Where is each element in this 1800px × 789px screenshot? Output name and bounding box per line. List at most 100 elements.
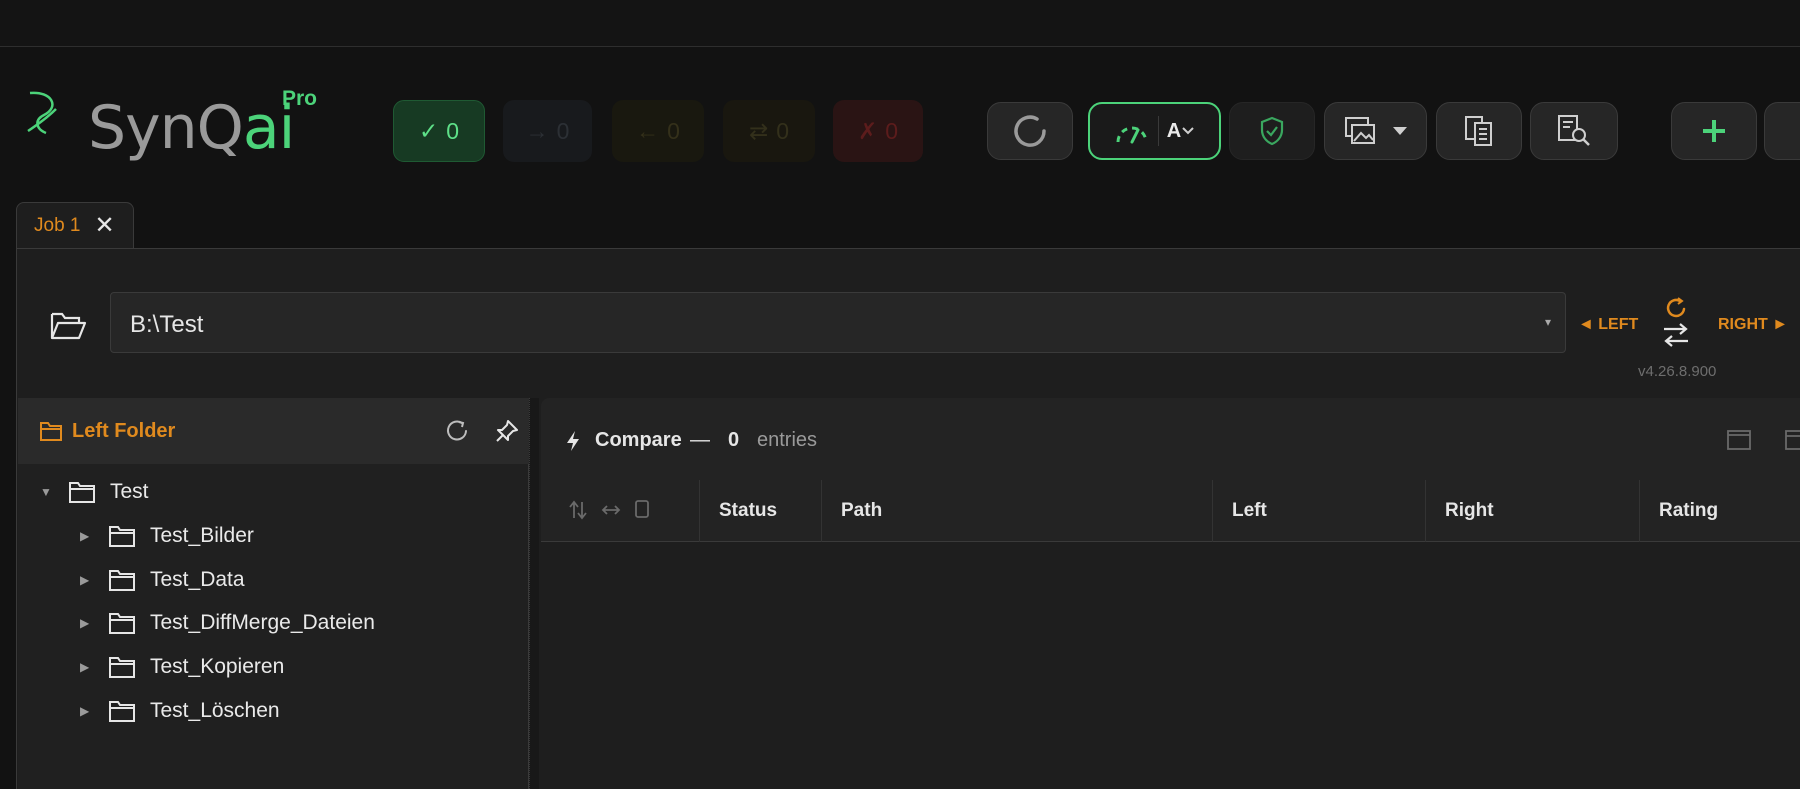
auto-mode-letter: A <box>1166 119 1182 142</box>
app-header: SynQai Pro ✓ 0 → 0 ← 0 ⇄ 0 ✗ 0 A <box>0 47 1800 202</box>
path-combobox[interactable]: B:\Test ▾ <box>110 292 1566 353</box>
tree-item-test-kopieren[interactable]: ▶ Test_Kopieren <box>80 650 284 684</box>
expand-arrow-icon[interactable]: ▶ <box>80 704 96 718</box>
tree-item-label: Test_Bilder <box>150 524 254 547</box>
expand-arrow-icon[interactable]: ▶ <box>80 616 96 630</box>
sync-icons <box>1664 297 1688 347</box>
refresh-icon <box>1014 115 1046 147</box>
expand-width-icon[interactable] <box>601 500 621 520</box>
logo-mark-icon <box>27 91 57 135</box>
column-header-rating[interactable]: Rating <box>1639 480 1800 542</box>
expand-arrow-icon[interactable]: ▶ <box>80 660 96 674</box>
image-compare-button[interactable] <box>1324 102 1427 160</box>
tab-job-1[interactable]: Job 1 ✕ <box>16 202 134 248</box>
column-header-status[interactable]: Status <box>699 480 821 542</box>
entry-count: 0 <box>728 429 740 451</box>
refresh-icon[interactable] <box>445 419 469 443</box>
panel-icon[interactable] <box>1785 430 1800 450</box>
open-folder-button[interactable] <box>49 308 87 342</box>
tree-item-test-loeschen[interactable]: ▶ Test_Löschen <box>80 694 280 728</box>
folder-open-icon <box>50 312 87 340</box>
verify-button[interactable] <box>1229 102 1315 160</box>
path-value: B:\Test <box>130 311 204 338</box>
expand-arrow-icon[interactable]: ▶ <box>80 573 96 587</box>
add-job-button[interactable] <box>1671 102 1757 160</box>
app-logo: SynQai Pro <box>26 87 346 169</box>
arrow-right-icon: → <box>525 117 549 144</box>
column-header-right[interactable]: Right <box>1425 480 1639 542</box>
direction-toggle[interactable] <box>1660 293 1692 353</box>
conflict-count-badge[interactable]: ⇄ 0 <box>723 100 815 162</box>
chevron-down-icon <box>1182 127 1194 135</box>
dropdown-caret-icon: ▾ <box>1544 315 1551 329</box>
column-header-path[interactable]: Path <box>821 480 1212 542</box>
more-button[interactable] <box>1764 102 1800 160</box>
compare-panel-header: Compare — 0 entries <box>541 398 1800 480</box>
swap-icon: ⇄ <box>748 117 769 144</box>
folder-icon <box>69 482 95 503</box>
images-icon <box>1344 117 1375 144</box>
auto-sync-mode-button[interactable]: A <box>1088 102 1221 160</box>
auto-button-separator <box>1157 116 1159 146</box>
folder-icon <box>109 526 135 547</box>
same-count-badge[interactable]: ✓ 0 <box>393 100 485 162</box>
shield-check-icon <box>1260 116 1284 146</box>
error-count: 0 <box>885 117 899 144</box>
window-icon[interactable] <box>1727 430 1751 450</box>
entries-label: entries <box>757 429 818 451</box>
table-tools <box>569 500 649 520</box>
pin-icon[interactable] <box>494 418 520 444</box>
compare-table-header: Status Path Left Right Rating <box>541 480 1800 542</box>
folder-icon <box>109 657 135 678</box>
tree-item-label: Test_DiffMerge_Dateien <box>150 611 375 634</box>
expand-arrow-icon[interactable]: ▶ <box>80 529 96 543</box>
left-panel-header: Left Folder <box>18 398 529 464</box>
compare-panel: Compare — 0 entries Status Path Left Rig… <box>541 398 1800 789</box>
logo-edition: Pro <box>282 87 318 110</box>
tree-item-test-bilder[interactable]: ▶ Test_Bilder <box>80 519 254 553</box>
version-label: v4.26.8.900 <box>1638 363 1717 380</box>
tree-item-test-diffmerge[interactable]: ▶ Test_DiffMerge_Dateien <box>80 606 375 640</box>
folder-icon <box>109 613 135 634</box>
compare-dash: — <box>690 429 710 451</box>
logo-wordmark: SynQai <box>88 93 295 163</box>
documents-icon <box>1465 116 1492 146</box>
copy-right-count-badge[interactable]: → 0 <box>503 100 592 162</box>
tree-item-test[interactable]: ▼ Test <box>40 475 149 509</box>
plus-icon <box>1703 120 1725 142</box>
tree-item-label: Test <box>110 480 149 503</box>
file-search-icon <box>1558 115 1590 146</box>
left-panel-title: Left Folder <box>72 420 176 442</box>
file-compare-button[interactable] <box>1436 102 1522 160</box>
refresh-button[interactable] <box>987 102 1073 160</box>
panel-splitter[interactable] <box>529 398 539 789</box>
conflict-count: 0 <box>776 117 790 144</box>
arrow-left-icon: ← <box>636 117 660 144</box>
window-titlebar <box>0 0 1800 47</box>
tab-label: Job 1 <box>34 214 81 236</box>
sort-icon[interactable] <box>569 500 587 520</box>
folder-icon <box>40 422 62 441</box>
collapse-arrow-icon[interactable]: ▼ <box>40 485 56 499</box>
cross-icon: ✗ <box>857 117 878 144</box>
direction-left-label[interactable]: ◄ LEFT <box>1578 316 1638 334</box>
tree-item-test-data[interactable]: ▶ Test_Data <box>80 563 245 597</box>
error-count-badge[interactable]: ✗ 0 <box>833 100 923 162</box>
tree-item-label: Test_Löschen <box>150 699 280 722</box>
caret-down-icon <box>1392 127 1407 135</box>
search-files-button[interactable] <box>1530 102 1618 160</box>
copy-right-count: 0 <box>556 117 570 144</box>
gauge-icon <box>1116 126 1148 144</box>
folder-icon <box>109 701 135 722</box>
file-icon[interactable] <box>635 500 649 520</box>
bolt-icon <box>567 431 579 451</box>
same-count: 0 <box>446 117 460 144</box>
left-folder-panel: Left Folder ▼ Test ▶ Test_Bilder ▶ Test_… <box>18 398 529 789</box>
direction-right-label[interactable]: RIGHT ► <box>1718 316 1788 334</box>
close-icon[interactable]: ✕ <box>94 213 114 238</box>
copy-left-count-badge[interactable]: ← 0 <box>612 100 704 162</box>
copy-left-count: 0 <box>667 117 680 144</box>
column-header-left[interactable]: Left <box>1212 480 1425 542</box>
folder-icon <box>109 570 135 591</box>
tree-item-label: Test_Kopieren <box>150 655 285 678</box>
